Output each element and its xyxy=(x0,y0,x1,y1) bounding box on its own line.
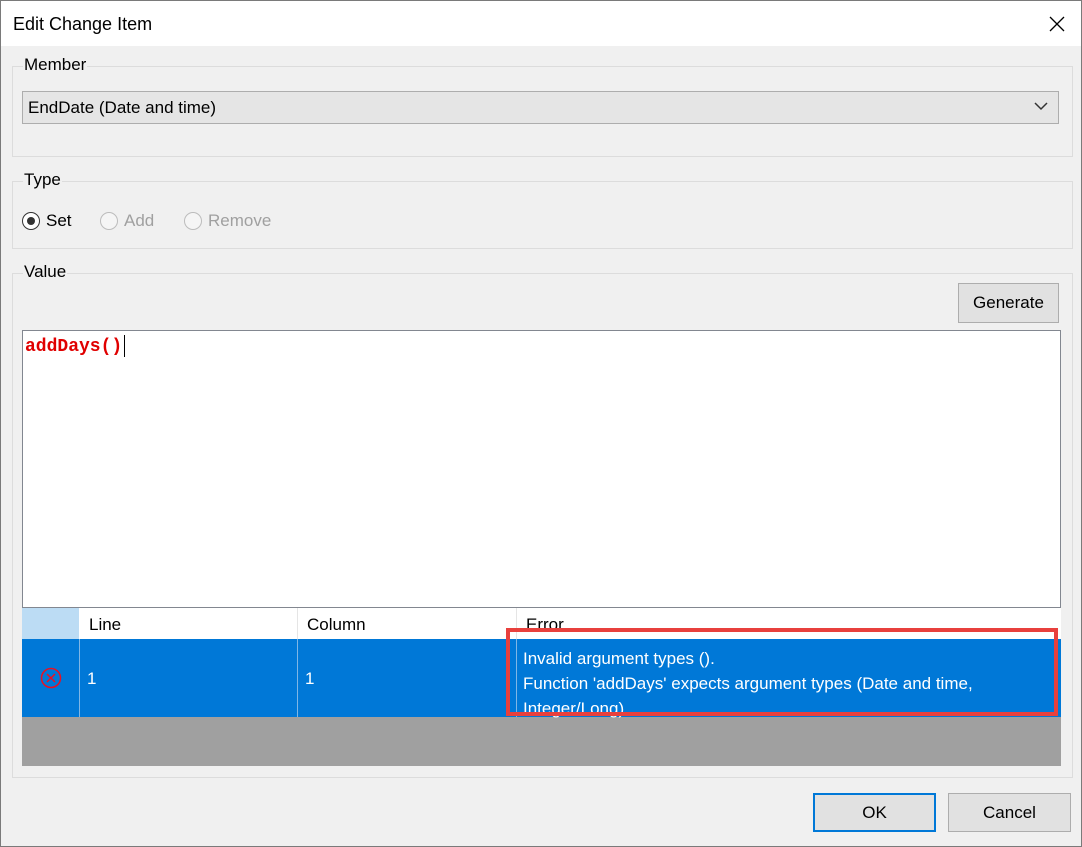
error-icon xyxy=(40,667,61,689)
radio-remove-indicator[interactable] xyxy=(184,212,202,230)
dialog-title: Edit Change Item xyxy=(13,14,153,34)
title-bar: Edit Change Item xyxy=(1,1,1081,46)
radio-set-indicator[interactable] xyxy=(22,212,40,230)
error-highlight-box xyxy=(506,628,1058,716)
radio-add-indicator[interactable] xyxy=(100,212,118,230)
column-header-line[interactable]: Line xyxy=(80,608,298,639)
expression-text: addDays() xyxy=(25,335,126,357)
radio-add[interactable]: Add xyxy=(100,210,154,232)
row-line-cell: 1 xyxy=(80,639,298,717)
row-status-cell xyxy=(22,639,80,717)
generate-button[interactable]: Generate xyxy=(958,283,1059,323)
radio-remove-label: Remove xyxy=(208,211,272,230)
radio-set-label: Set xyxy=(46,211,72,230)
close-button[interactable] xyxy=(1033,1,1081,46)
member-group-label: Member xyxy=(23,55,88,75)
type-group-label: Type xyxy=(23,170,62,190)
value-group-label: Value xyxy=(23,262,68,282)
text-caret xyxy=(124,335,126,357)
close-icon xyxy=(1049,16,1065,31)
expression-editor[interactable]: addDays() xyxy=(22,330,1061,608)
column-header-column[interactable]: Column xyxy=(298,608,517,639)
type-group: Type xyxy=(12,170,1073,249)
radio-add-label: Add xyxy=(124,211,155,230)
row-column-cell: 1 xyxy=(298,639,517,717)
ok-button[interactable]: OK xyxy=(813,793,936,832)
dialog-window: Edit Change Item Member EndDate (Date an… xyxy=(0,0,1082,847)
radio-remove[interactable]: Remove xyxy=(184,210,271,232)
radio-set[interactable]: Set xyxy=(22,210,72,232)
chevron-down-icon xyxy=(1034,102,1048,111)
member-dropdown[interactable]: EndDate (Date and time) xyxy=(22,91,1059,124)
member-dropdown-value: EndDate (Date and time) xyxy=(28,98,217,117)
cancel-button[interactable]: Cancel xyxy=(948,793,1071,832)
grid-corner-header[interactable] xyxy=(22,608,79,639)
